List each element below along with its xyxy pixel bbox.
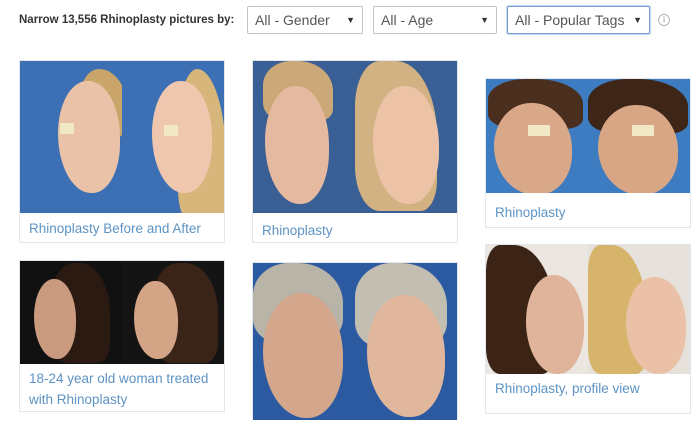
before-photo <box>253 61 355 213</box>
before-after-photo[interactable] <box>20 61 224 213</box>
filter-label: Narrow 13,556 Rhinoplasty pictures by: <box>19 14 235 26</box>
before-photo <box>253 263 355 420</box>
info-icon[interactable]: i <box>658 14 670 26</box>
after-photo <box>122 61 224 213</box>
card-caption-link[interactable]: Rhinoplasty <box>495 202 682 223</box>
before-photo <box>486 245 588 374</box>
card-caption-link[interactable]: Rhinoplasty Before and After <box>29 218 216 239</box>
after-photo <box>355 61 457 213</box>
before-after-photo[interactable] <box>486 245 690 374</box>
gallery-card[interactable]: Rhinoplasty, profile view <box>485 244 691 414</box>
card-caption-link[interactable]: Rhinoplasty <box>262 220 449 241</box>
after-photo <box>588 79 690 193</box>
after-photo <box>588 245 690 374</box>
gallery-card[interactable]: Rhinoplasty <box>485 78 691 228</box>
popular-tags-select[interactable]: All - Popular Tags ▼ <box>507 6 650 34</box>
after-photo <box>122 261 224 364</box>
age-select-value: All - Age <box>381 12 434 28</box>
gallery-card[interactable]: 18-24 year old woman treated with Rhinop… <box>19 260 225 412</box>
before-after-photo[interactable] <box>253 263 457 420</box>
gender-select-value: All - Gender <box>255 12 330 28</box>
gallery-card[interactable]: Rhinoplasty Before and After <box>19 60 225 243</box>
card-caption-link[interactable]: Rhinoplasty, profile view <box>495 378 682 399</box>
before-photo <box>20 61 122 213</box>
before-after-photo[interactable] <box>20 261 224 364</box>
before-after-photo[interactable] <box>253 61 457 213</box>
chevron-down-icon: ▼ <box>480 15 489 25</box>
gallery-card[interactable] <box>252 262 458 420</box>
before-after-photo[interactable] <box>486 79 690 193</box>
age-select[interactable]: All - Age ▼ <box>373 6 497 34</box>
filter-bar: Narrow 13,556 Rhinoplasty pictures by: A… <box>0 0 700 44</box>
chevron-down-icon: ▼ <box>346 15 355 25</box>
popular-tags-select-value: All - Popular Tags <box>515 12 625 28</box>
chevron-down-icon: ▼ <box>633 15 642 25</box>
card-caption-link[interactable]: 18-24 year old woman treated with Rhinop… <box>29 368 216 410</box>
before-photo <box>20 261 122 364</box>
before-photo <box>486 79 588 193</box>
after-photo <box>355 263 457 420</box>
gallery-card[interactable]: Rhinoplasty <box>252 60 458 243</box>
gender-select[interactable]: All - Gender ▼ <box>247 6 363 34</box>
